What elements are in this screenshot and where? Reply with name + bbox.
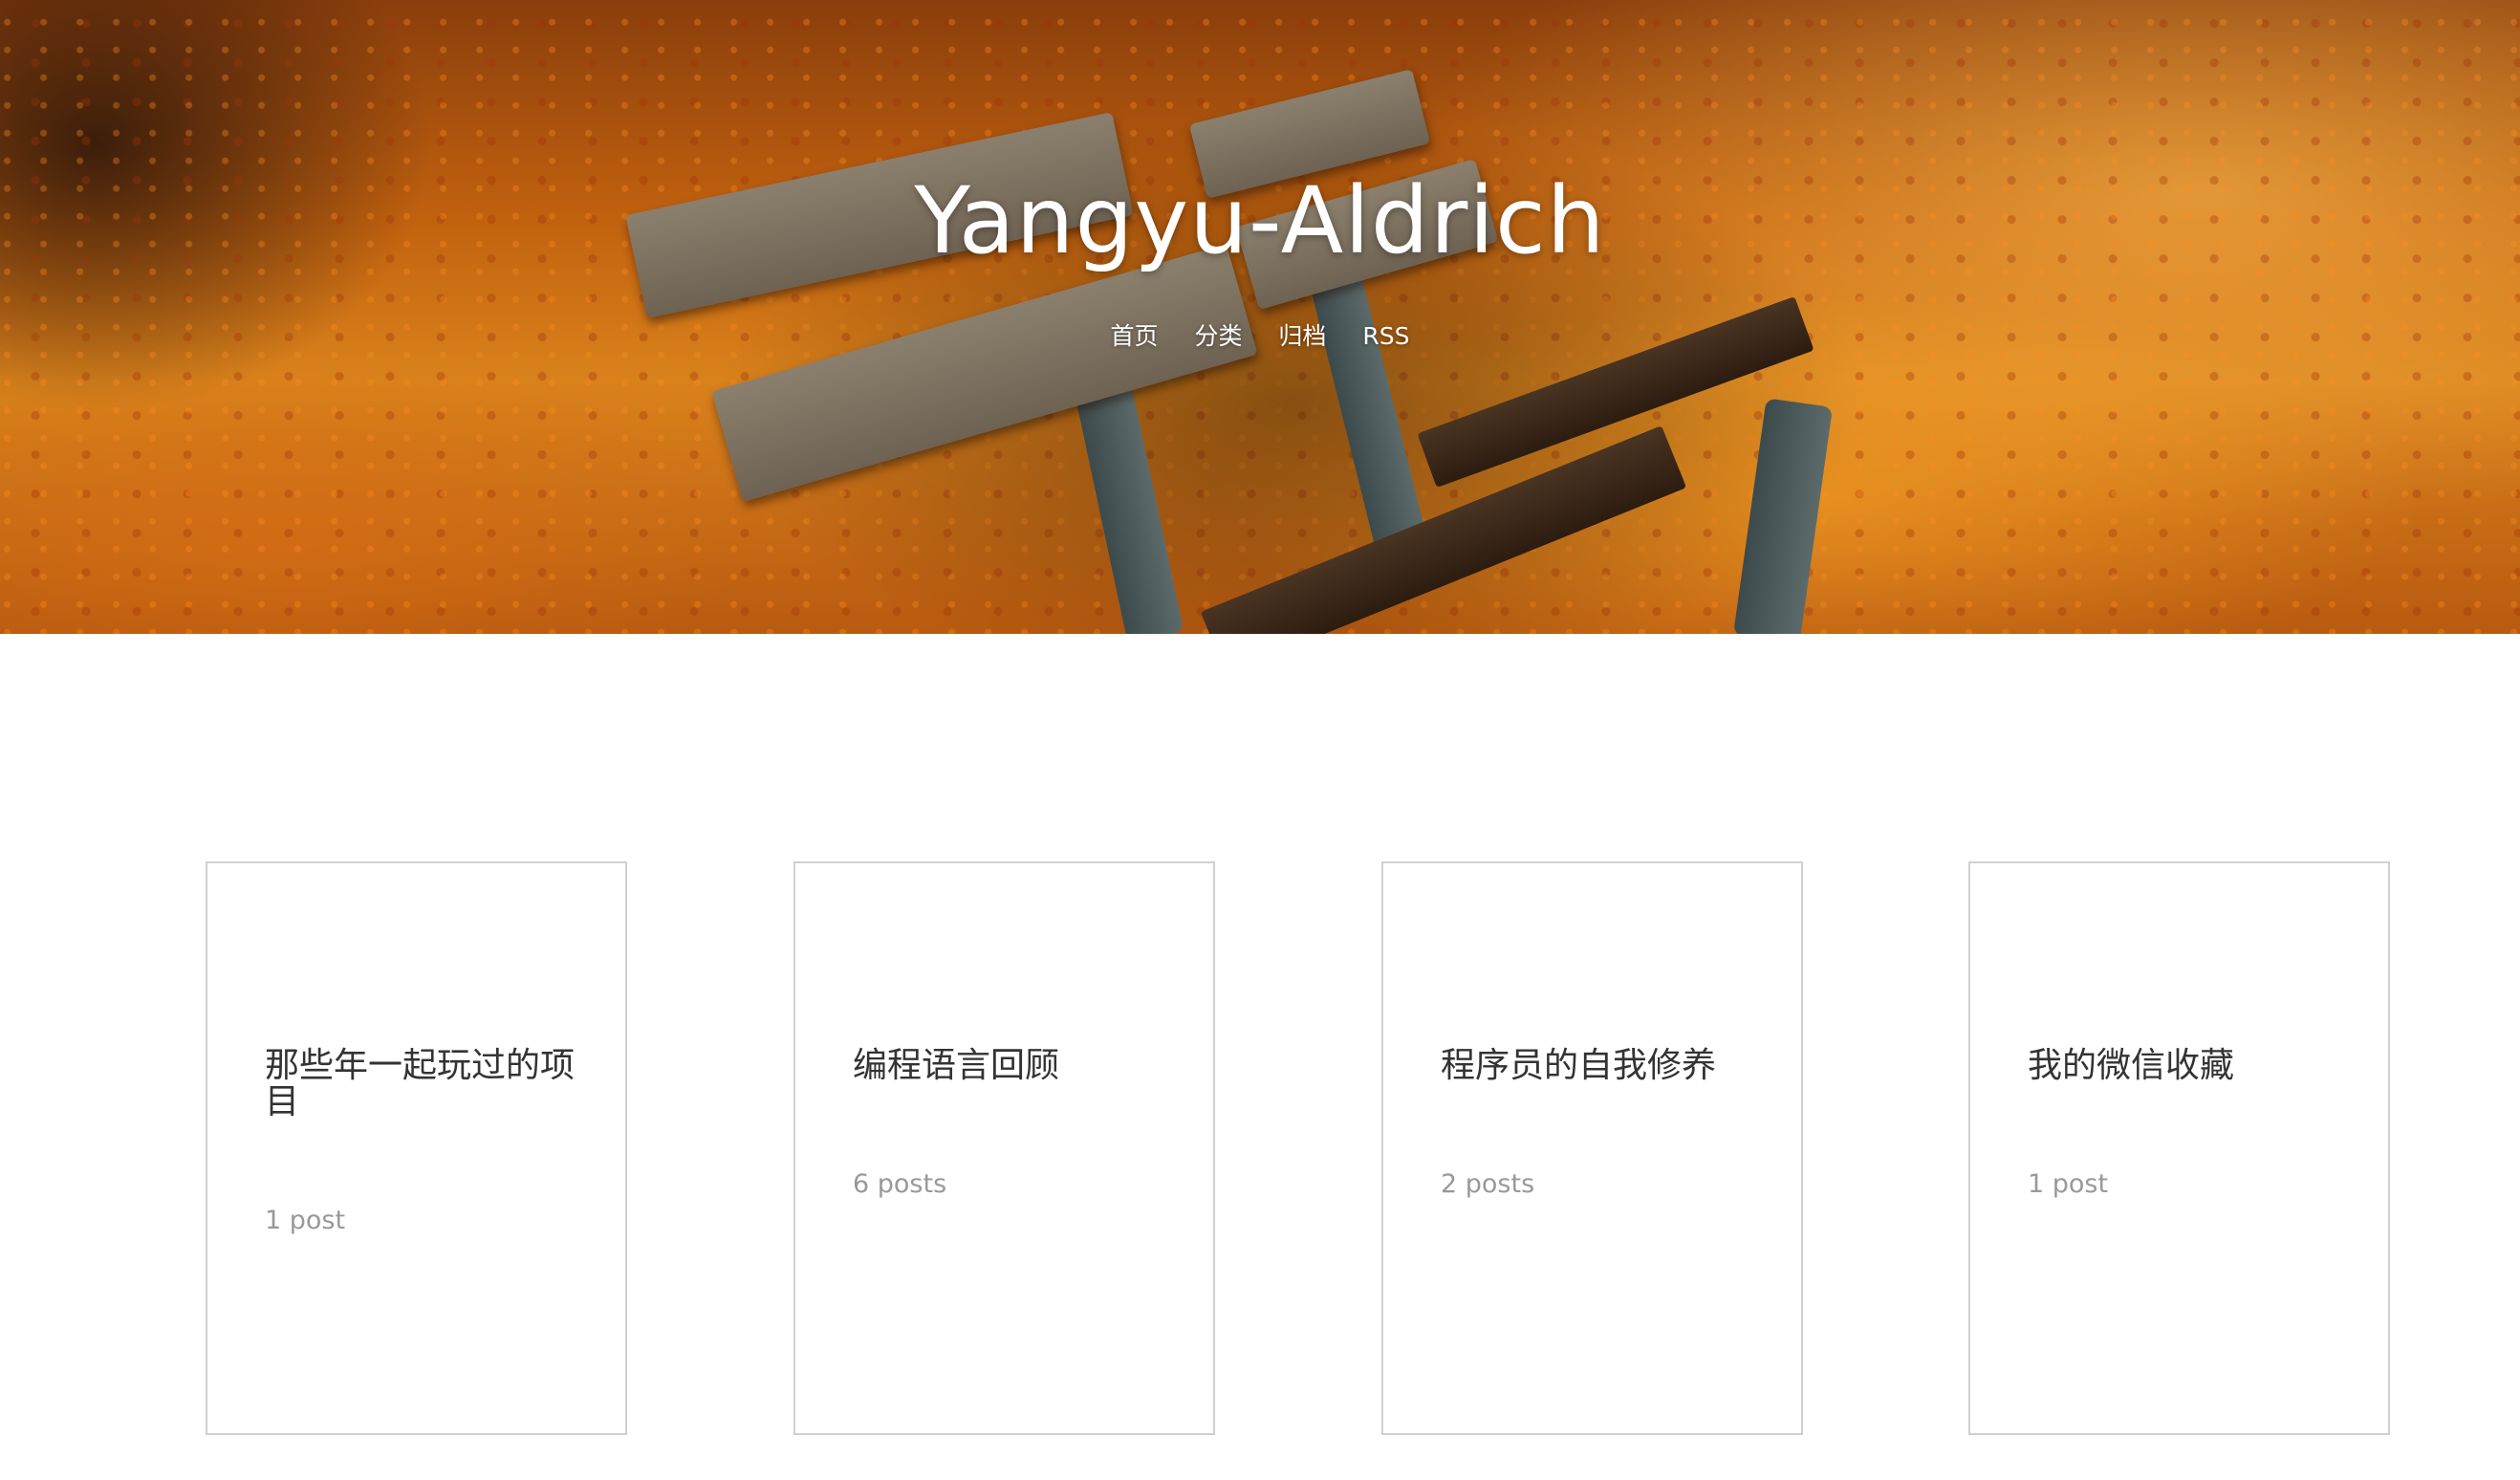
category-title[interactable]: 我的微信收藏 [2028, 1048, 2343, 1084]
main-nav: 首页 分类 归档 RSS [0, 317, 2520, 352]
category-post-count: 1 post [2028, 1169, 2109, 1199]
nav-item-rss[interactable]: RSS [1362, 322, 1409, 350]
category-card[interactable]: 那些年一起玩过的项目 1 post [206, 861, 627, 1435]
category-card[interactable]: 编程语言回顾 6 posts [793, 861, 1215, 1435]
category-post-count: 2 posts [1441, 1169, 1535, 1199]
nav-item-home[interactable]: 首页 [1110, 317, 1158, 352]
category-title[interactable]: 那些年一起玩过的项目 [265, 1048, 580, 1121]
category-card[interactable]: 程序员的自我修养 2 posts [1381, 861, 1803, 1435]
hero-banner: Yangyu-Aldrich 首页 分类 归档 RSS [0, 0, 2520, 634]
category-card[interactable]: 我的微信收藏 1 post [1968, 861, 2390, 1435]
category-post-count: 6 posts [853, 1169, 947, 1199]
category-title[interactable]: 程序员的自我修养 [1441, 1048, 1756, 1084]
category-list: 那些年一起玩过的项目 1 post 编程语言回顾 6 posts 程序员的自我修… [0, 861, 2520, 1435]
category-title[interactable]: 编程语言回顾 [853, 1048, 1168, 1084]
nav-item-archives[interactable]: 归档 [1278, 317, 1326, 352]
nav-item-categories[interactable]: 分类 [1194, 317, 1242, 352]
site-title[interactable]: Yangyu-Aldrich [0, 167, 2520, 274]
category-post-count: 1 post [265, 1206, 346, 1235]
